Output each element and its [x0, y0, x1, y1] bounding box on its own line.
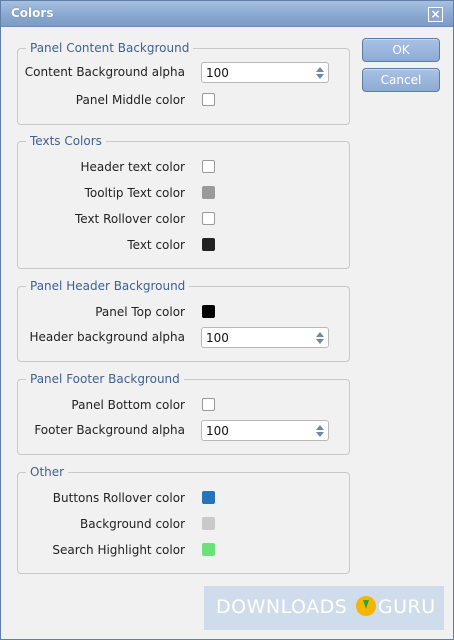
group-panel-footer-background: Panel Footer Background Panel Bottom col… — [17, 372, 351, 455]
field-label: Text Rollover color — [74, 212, 185, 226]
group-title: Panel Footer Background — [26, 372, 184, 386]
field-label: Panel Middle color — [75, 93, 185, 107]
group-panel-header-background: Panel Header Background Panel Top color … — [17, 279, 351, 362]
field-label: Text color — [127, 238, 185, 252]
group-title: Panel Header Background — [26, 279, 190, 293]
ok-button[interactable]: OK — [362, 38, 440, 62]
group-panel-content-background: Panel Content Background Content Backgro… — [17, 41, 351, 125]
title-bar: Colors × — [1, 1, 453, 27]
panel-top-color-swatch[interactable] — [202, 305, 215, 318]
field-label: Header background alpha — [29, 330, 185, 344]
header-background-alpha-spinner[interactable] — [201, 327, 329, 348]
row-panel-top-color: Panel Top color — [18, 302, 351, 322]
field-label: Buttons Rollover color — [52, 491, 185, 505]
tooltip-text-color-swatch[interactable] — [202, 186, 215, 199]
content-background-alpha-input[interactable] — [206, 65, 306, 80]
row-search-highlight-color: Search Highlight color — [18, 540, 351, 560]
row-tooltip-text-color: Tooltip Text color — [18, 183, 351, 203]
search-highlight-color-swatch[interactable] — [202, 543, 215, 556]
row-content-background-alpha: Content Background alpha — [18, 62, 351, 83]
row-buttons-rollover-color: Buttons Rollover color — [18, 488, 351, 508]
field-label: Search Highlight color — [52, 543, 185, 557]
row-text-rollover-color: Text Rollover color — [18, 209, 351, 229]
download-arrow-icon — [355, 596, 376, 616]
field-label: Footer Background alpha — [34, 423, 185, 437]
watermark-right: GURU — [377, 596, 436, 618]
row-footer-background-alpha: Footer Background alpha — [18, 420, 351, 441]
field-label: Panel Top color — [95, 305, 185, 319]
header-background-alpha-input[interactable] — [206, 330, 306, 345]
row-background-color: Background color — [18, 514, 351, 534]
spin-down-icon[interactable] — [316, 74, 324, 79]
close-icon[interactable]: × — [428, 7, 443, 22]
footer-background-alpha-input[interactable] — [206, 423, 306, 438]
spin-down-icon[interactable] — [316, 432, 324, 437]
field-label: Header text color — [80, 160, 185, 174]
dialog-body: Panel Content Background Content Backgro… — [1, 28, 453, 639]
content-background-alpha-spinner[interactable] — [201, 62, 329, 83]
field-label: Panel Bottom color — [71, 398, 185, 412]
spin-up-icon[interactable] — [316, 332, 324, 337]
watermark-left: DOWNLOADS — [216, 596, 348, 618]
field-label: Background color — [80, 517, 185, 531]
text-color-swatch[interactable] — [202, 238, 215, 251]
field-label: Content Background alpha — [24, 65, 185, 79]
row-panel-middle-color: Panel Middle color — [18, 90, 351, 110]
row-panel-bottom-color: Panel Bottom color — [18, 395, 351, 415]
field-label: Tooltip Text color — [84, 186, 185, 200]
group-other: Other Buttons Rollover color Background … — [17, 465, 351, 574]
downloads-guru-watermark: DOWNLOADS GURU — [204, 586, 444, 630]
spin-up-icon[interactable] — [316, 425, 324, 430]
panel-bottom-color-swatch[interactable] — [202, 398, 215, 411]
spin-up-icon[interactable] — [316, 67, 324, 72]
footer-background-alpha-spinner[interactable] — [201, 420, 329, 441]
colors-dialog: Colors × Panel Content Background Conten… — [0, 0, 454, 640]
group-title: Texts Colors — [26, 134, 106, 148]
cancel-button[interactable]: Cancel — [362, 68, 440, 92]
panel-middle-color-swatch[interactable] — [202, 93, 215, 106]
group-title: Panel Content Background — [26, 41, 194, 55]
row-text-color: Text color — [18, 235, 351, 255]
row-header-text-color: Header text color — [18, 157, 351, 177]
background-color-swatch[interactable] — [202, 517, 215, 530]
header-text-color-swatch[interactable] — [202, 160, 215, 173]
watermark-text: DOWNLOADS GURU — [216, 596, 436, 618]
text-rollover-color-swatch[interactable] — [202, 212, 215, 225]
group-title: Other — [26, 465, 69, 479]
row-header-background-alpha: Header background alpha — [18, 327, 351, 348]
group-texts-colors: Texts Colors Header text color Tooltip T… — [17, 134, 351, 269]
window-title: Colors — [11, 6, 54, 20]
buttons-rollover-color-swatch[interactable] — [202, 491, 215, 504]
spin-down-icon[interactable] — [316, 339, 324, 344]
